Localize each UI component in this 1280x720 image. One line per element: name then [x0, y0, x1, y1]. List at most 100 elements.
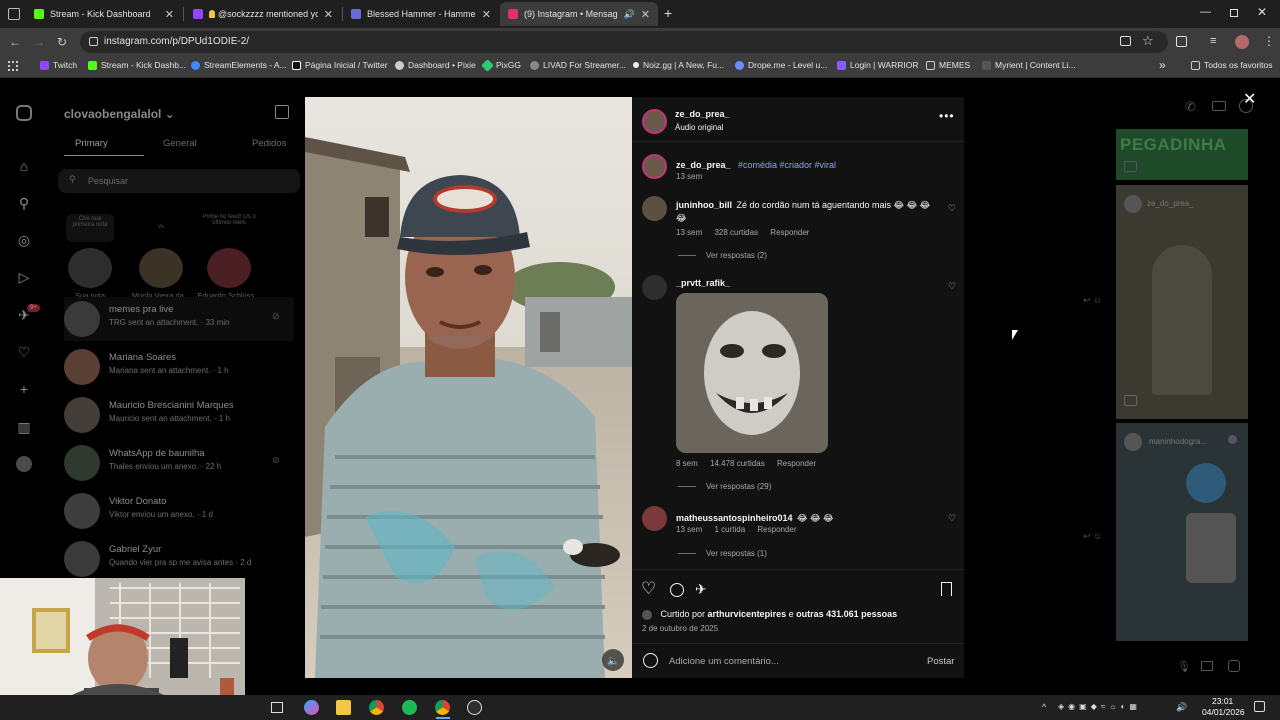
bookmark-streamelements[interactable]: StreamElements - A... — [191, 60, 287, 70]
more-bookmarks-button[interactable]: » — [1159, 58, 1166, 72]
tray-app-icons[interactable]: ◈◉▣◆≈☼◐▦ — [1058, 702, 1141, 711]
tray-overflow-icon[interactable]: ^ — [1042, 702, 1046, 712]
extensions-icon[interactable] — [1176, 36, 1187, 47]
bookmark-noiz[interactable]: Noiz.gg | A New, Fu... — [633, 60, 724, 70]
back-icon[interactable]: ← — [9, 34, 21, 50]
tab-instagram-messages[interactable]: (9) Instagram • Mensagens 🔊 ✕ — [500, 2, 658, 26]
copilot-icon[interactable] — [304, 700, 319, 715]
comment-input[interactable]: Adicione um comentário... — [669, 656, 779, 667]
taskview-icon[interactable] — [271, 702, 283, 713]
author-username[interactable]: ze_do_prea_ — [675, 109, 730, 119]
home-icon[interactable]: ⌂ — [16, 158, 32, 174]
caption-hashtags[interactable]: #comédia #criador #viral — [738, 160, 836, 170]
comment-sticker-image[interactable] — [676, 293, 828, 453]
reload-icon[interactable]: ↻ — [57, 34, 67, 50]
reply-icon[interactable]: ↩ ☺ — [1083, 295, 1102, 306]
tab-kick-dashboard[interactable]: Stream - Kick Dashboard ✕ — [26, 2, 182, 26]
post-video[interactable]: 🔈 — [305, 97, 632, 678]
file-explorer-icon[interactable] — [336, 700, 351, 715]
comment-likes[interactable]: 328 curtidas — [714, 228, 758, 237]
tab-requests[interactable]: Pedidos — [252, 138, 286, 149]
liked-by-user[interactable]: arthurvicentepires — [708, 609, 787, 619]
tab-twitch-mention[interactable]: @sockzzzz mentioned you ✕ — [185, 2, 341, 26]
new-tab-button[interactable]: + — [664, 5, 672, 21]
address-bar[interactable]: instagram.com/p/DPUd1ODIE-2/ ☆ — [80, 31, 1168, 53]
reel-card[interactable]: ze_do_prea_ — [1116, 185, 1248, 419]
dm-search-input[interactable]: ⚲ Pesquisar — [58, 169, 300, 193]
close-tab-icon[interactable]: ✕ — [324, 8, 333, 21]
bookmark-pixie[interactable]: Dashboard • Pixie — [395, 60, 476, 70]
author-avatar[interactable] — [642, 154, 667, 179]
mute-tab-icon[interactable]: 🔊 — [624, 9, 635, 20]
close-window-icon[interactable]: ✕ — [1257, 5, 1267, 19]
comment-username[interactable]: juninhoo_bill — [676, 200, 732, 210]
reel-card[interactable]: PEGADINHA — [1116, 129, 1248, 180]
reply-button[interactable]: Responder — [757, 525, 796, 534]
like-heart-icon[interactable]: ♡ — [641, 579, 656, 599]
tab-general[interactable]: General — [163, 138, 197, 149]
spotify-icon[interactable] — [402, 700, 417, 715]
volume-icon[interactable]: 🔊 — [1176, 702, 1187, 713]
dm-thread[interactable]: Gabriel Zyur Quando vier pra sp me avisa… — [64, 537, 294, 581]
dm-thread[interactable]: Viktor Donato Viktor enviou um anexo. · … — [64, 489, 294, 533]
restore-window-icon[interactable] — [1230, 9, 1238, 17]
profile-avatar[interactable] — [16, 456, 32, 472]
post-comment-button[interactable]: Postar — [927, 656, 954, 667]
reels-icon[interactable]: ▷ — [16, 269, 32, 285]
explore-icon[interactable]: ◎ — [16, 232, 32, 248]
commenter-avatar[interactable] — [642, 196, 667, 221]
apps-grid-icon[interactable] — [8, 61, 18, 71]
notifications-icon[interactable] — [1254, 701, 1265, 712]
video-call-icon[interactable] — [1212, 101, 1226, 111]
commenter-avatar[interactable] — [642, 506, 667, 531]
tab-search-icon[interactable] — [8, 8, 20, 20]
save-bookmark-icon[interactable] — [941, 582, 952, 596]
dm-thread[interactable]: Mauricio Brescianini Marques Mauricio se… — [64, 393, 294, 437]
account-switcher[interactable]: clovaobengalalol ⌄ — [64, 107, 175, 121]
bookmark-twitter[interactable]: Página Inicial / Twitter — [292, 60, 388, 70]
sticker-icon[interactable] — [1228, 660, 1240, 672]
browser-menu-icon[interactable]: ⋮ — [1263, 34, 1275, 48]
install-app-icon[interactable] — [1120, 36, 1131, 46]
notifications-heart-icon[interactable]: ♡ — [16, 344, 32, 360]
liked-by-others[interactable]: outras 431.061 pessoas — [796, 609, 897, 619]
instagram-logo-icon[interactable] — [16, 105, 32, 121]
comment-username[interactable]: matheussantospinheiro014 — [676, 513, 793, 523]
share-send-icon[interactable]: ✈ — [695, 581, 707, 598]
view-replies-button[interactable]: Ver respostas (2) — [678, 251, 767, 260]
reply-button[interactable]: Responder — [777, 459, 816, 468]
search-icon[interactable]: ⚲ — [16, 195, 32, 211]
bookmark-myrient[interactable]: Myrient | Content Li... — [982, 60, 1076, 70]
site-info-icon[interactable] — [89, 37, 98, 46]
tab-primary[interactable]: Primary — [75, 138, 108, 149]
clock-time[interactable]: 23:01 — [1212, 696, 1233, 706]
view-replies-button[interactable]: Ver respostas (1) — [678, 549, 767, 558]
view-replies-button[interactable]: Ver respostas (29) — [678, 482, 771, 491]
chrome-icon[interactable] — [369, 700, 384, 715]
dm-thread[interactable]: WhatsApp de baunilha Thales enviou um an… — [64, 441, 294, 485]
commenter-avatar[interactable] — [642, 275, 667, 300]
message-composer[interactable] — [1010, 649, 1250, 679]
bookmark-drope[interactable]: Drope.me - Level u... — [735, 60, 827, 70]
like-comment-icon[interactable]: ♡ — [948, 281, 956, 292]
reply-button[interactable]: Responder — [770, 228, 809, 237]
minimize-window-icon[interactable]: — — [1200, 6, 1211, 18]
create-icon[interactable]: + — [16, 381, 32, 397]
obs-icon[interactable] — [467, 700, 482, 715]
bookmark-folder-memes[interactable]: MEMES — [926, 60, 970, 70]
dashboard-icon[interactable]: ▥ — [16, 419, 32, 435]
media-control-icon[interactable]: ≡ — [1210, 35, 1216, 47]
reel-card[interactable]: maninhodogra... — [1116, 423, 1248, 641]
note-own[interactable]: Crie sua primeira nota Sua nota — [66, 214, 114, 300]
tab-blessed-hammer[interactable]: Blessed Hammer - Hammerkun ✕ — [343, 2, 499, 26]
comment-likes[interactable]: 14.478 curtidas — [710, 459, 765, 468]
chrome-active-icon[interactable] — [435, 700, 450, 715]
like-comment-icon[interactable]: ♡ — [948, 203, 956, 214]
mic-icon[interactable]: 🎙 — [1177, 660, 1191, 673]
bookmark-kick[interactable]: Stream - Kick Dashb... — [88, 60, 186, 70]
author-avatar[interactable] — [642, 109, 667, 134]
comment-likes[interactable]: 1 curtida — [714, 525, 745, 534]
new-message-icon[interactable] — [275, 105, 289, 119]
gallery-icon[interactable] — [1201, 661, 1213, 671]
reply-icon[interactable]: ↩ ☺ — [1083, 531, 1102, 542]
